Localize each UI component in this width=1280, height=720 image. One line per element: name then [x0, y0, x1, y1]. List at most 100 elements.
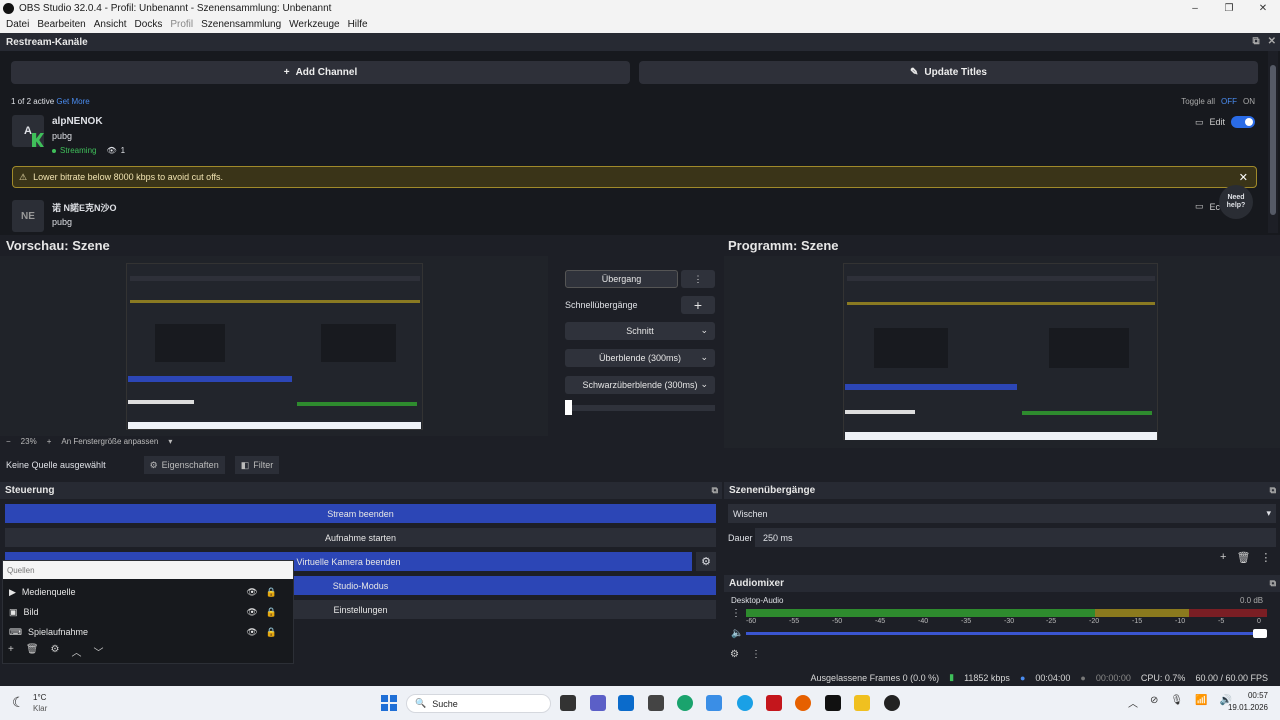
- transition-slider-handle[interactable]: [565, 400, 572, 415]
- chevron-down-icon: ⌄: [700, 379, 708, 389]
- recording-start-button[interactable]: Aufnahme starten: [5, 528, 716, 547]
- fit-window-button[interactable]: An Fenstergröße anpassen: [61, 437, 158, 446]
- add-quick-transition-button[interactable]: +: [681, 296, 715, 314]
- source-item[interactable]: ▶ Medienquelle 👁 🔒: [3, 582, 293, 602]
- taskbar-time[interactable]: 00:57: [1228, 691, 1268, 700]
- eye-icon[interactable]: 👁: [246, 587, 257, 598]
- menu-ansicht[interactable]: Ansicht: [90, 19, 131, 30]
- chevron-down-icon[interactable]: ▾: [168, 437, 172, 446]
- app-icon[interactable]: [737, 695, 753, 711]
- meter-tick-label: -35: [961, 618, 972, 625]
- mcafee-icon[interactable]: [766, 695, 782, 711]
- zoom-out-button[interactable]: −: [6, 437, 11, 446]
- more-vertical-icon[interactable]: ⋮: [751, 649, 761, 660]
- system-tray: ︿ ⊘ 🎙 📶 🔊: [1128, 695, 1232, 710]
- photos-icon[interactable]: [648, 695, 664, 711]
- wifi-icon[interactable]: 📶: [1195, 695, 1207, 710]
- properties-button[interactable]: ⚙ Eigenschaften: [143, 456, 225, 474]
- zoom-in-button[interactable]: +: [47, 437, 52, 446]
- virtual-camera-settings-button[interactable]: ⚙: [696, 552, 716, 571]
- quick-transition-schnitt[interactable]: Schnitt ⌄: [565, 322, 715, 340]
- eye-icon[interactable]: 👁: [246, 627, 257, 638]
- undock-icon[interactable]: ⧉: [1252, 36, 1259, 47]
- undock-icon[interactable]: ⧉: [1270, 485, 1276, 496]
- uebergang-button[interactable]: Übergang: [565, 270, 678, 288]
- toggle-all-on[interactable]: ON: [1243, 97, 1255, 106]
- chevron-down-icon[interactable]: ﹀: [94, 644, 104, 659]
- quick-transition-schwarzueberblende[interactable]: Schwarzüberblende (300ms) ⌄: [565, 376, 715, 394]
- microphone-icon[interactable]: 🎙: [1170, 695, 1183, 710]
- stream-time: 00:04:00: [1035, 672, 1071, 683]
- meter-tick-label: 0: [1257, 618, 1261, 625]
- menu-datei[interactable]: Datei: [2, 19, 33, 30]
- lock-icon[interactable]: 🔒: [266, 607, 277, 618]
- store-icon[interactable]: [618, 695, 634, 711]
- chevron-up-icon[interactable]: ︿: [1128, 695, 1138, 710]
- menu-szenensammlung[interactable]: Szenensammlung: [197, 19, 285, 30]
- trash-icon[interactable]: 🗑: [26, 644, 39, 659]
- lock-icon[interactable]: 🔒: [266, 627, 277, 638]
- weather-icon[interactable]: ☾: [12, 694, 25, 711]
- lock-icon[interactable]: 🔒: [266, 587, 277, 598]
- taskbar-search[interactable]: 🔍 Suche: [406, 694, 551, 713]
- plus-icon: +: [283, 67, 290, 78]
- chevron-down-icon: ▾: [1266, 508, 1271, 518]
- chevron-up-icon[interactable]: ︿: [72, 644, 82, 659]
- preview-canvas[interactable]: [0, 256, 548, 436]
- taskbar-date[interactable]: 19.01.2026: [1218, 703, 1268, 712]
- trash-icon[interactable]: 🗑: [1236, 551, 1250, 564]
- menu-hilfe[interactable]: Hilfe: [344, 19, 372, 30]
- close-button[interactable]: ✕: [1246, 3, 1280, 14]
- duration-input[interactable]: 250 ms: [755, 528, 1276, 547]
- speaker-icon[interactable]: 🔈: [731, 628, 743, 639]
- menu-profil[interactable]: Profil: [166, 19, 197, 30]
- volume-slider-handle[interactable]: [1253, 629, 1267, 638]
- transition-menu-button[interactable]: ⋮: [681, 270, 715, 288]
- tiktok-icon[interactable]: [825, 695, 841, 711]
- edge-icon[interactable]: [677, 695, 693, 711]
- eye-icon[interactable]: 👁: [246, 607, 257, 618]
- volume-slider-track[interactable]: [746, 632, 1267, 635]
- maximize-button[interactable]: ❐: [1212, 3, 1246, 14]
- gear-icon[interactable]: ⚙: [51, 644, 60, 659]
- restream-scrollbar[interactable]: [1268, 51, 1278, 233]
- menu-werkzeuge[interactable]: Werkzeuge: [285, 19, 343, 30]
- dock-close-icon[interactable]: ✕: [1268, 36, 1276, 47]
- toggle-all-off[interactable]: OFF: [1221, 97, 1237, 106]
- channel-edit-button[interactable]: Edit: [1210, 117, 1226, 127]
- menu-docks[interactable]: Docks: [131, 19, 167, 30]
- channel-name: 诺 N諾E克N沙O: [52, 203, 117, 213]
- teams-icon[interactable]: [590, 695, 606, 711]
- app-icon[interactable]: [706, 695, 722, 711]
- transition-select[interactable]: Wischen ▾: [728, 504, 1276, 523]
- menu-bearbeiten[interactable]: Bearbeiten: [33, 19, 89, 30]
- source-item[interactable]: ⌨ Spielaufnahme 👁 🔒: [3, 622, 293, 642]
- network-off-icon[interactable]: ⊘: [1150, 695, 1158, 710]
- need-help-button[interactable]: Need help?: [1219, 185, 1253, 219]
- update-titles-button[interactable]: ✎ Update Titles: [639, 61, 1258, 84]
- transition-slider-track[interactable]: [565, 405, 715, 411]
- undock-icon[interactable]: ⧉: [1270, 578, 1276, 589]
- stream-stop-button[interactable]: Stream beenden: [5, 504, 716, 523]
- get-more-link[interactable]: Get More: [56, 97, 89, 106]
- windows-start-icon[interactable]: [381, 695, 397, 711]
- explorer-icon[interactable]: [854, 695, 870, 711]
- add-channel-button[interactable]: + Add Channel: [11, 61, 630, 84]
- meter-tick-label: -5: [1218, 618, 1225, 625]
- source-item[interactable]: ▣ Bild 👁 🔒: [3, 602, 293, 622]
- filter-button[interactable]: ◧ Filter: [234, 456, 280, 474]
- add-source-button[interactable]: +: [8, 644, 14, 659]
- warning-close-icon[interactable]: ✕: [1239, 171, 1248, 184]
- more-vertical-icon[interactable]: ⋮: [731, 608, 741, 619]
- undock-icon[interactable]: ⧉: [712, 485, 718, 496]
- minimize-button[interactable]: –: [1178, 3, 1212, 14]
- advanced-audio-icon[interactable]: ⚙: [730, 649, 739, 660]
- task-view-icon[interactable]: [560, 695, 576, 711]
- more-vertical-icon: ⋮: [693, 273, 703, 284]
- more-vertical-icon[interactable]: ⋮: [1260, 551, 1271, 564]
- firefox-icon[interactable]: [795, 695, 811, 711]
- obs-taskbar-icon[interactable]: [884, 695, 900, 711]
- quick-transition-ueberblende[interactable]: Überblende (300ms) ⌄: [565, 349, 715, 367]
- channel-toggle[interactable]: [1231, 116, 1256, 128]
- plus-icon[interactable]: +: [1220, 551, 1226, 564]
